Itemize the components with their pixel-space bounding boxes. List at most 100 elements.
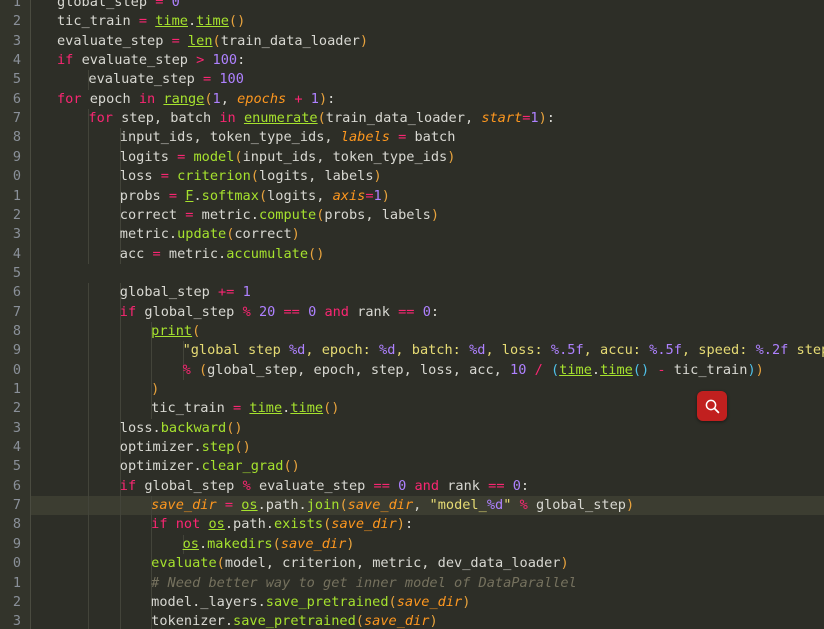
code-line[interactable]: acc = metric.accumulate() [0, 245, 824, 264]
line-number: 2 [12, 593, 21, 610]
code-line[interactable]: metric.update(correct) [0, 225, 824, 244]
code-line[interactable]: evaluate_step = len(train_data_loader) [0, 32, 824, 51]
line-number: 5 [12, 264, 21, 281]
code-line-text: loss = criterion(logits, labels) [119, 168, 382, 185]
code-line-text: % (global_step, epoch, step, loss, acc, … [182, 361, 764, 378]
line-number: 9 [12, 148, 21, 165]
code-line-text: optimizer.clear_grad() [119, 458, 300, 475]
code-line-text: global_step += 1 [119, 284, 251, 301]
code-line[interactable]: if not os.path.exists(save_dir): [0, 515, 824, 534]
code-line-text: tokenizer.save_pretrained(save_dir) [151, 613, 438, 629]
line-number: 3 [12, 32, 21, 49]
code-line[interactable]: global_step = 0 [0, 0, 824, 12]
line-number: 2 [12, 400, 21, 417]
code-line[interactable]: global_step += 1 [0, 283, 824, 302]
line-number: 4 [12, 439, 21, 456]
code-line[interactable]: print( [0, 322, 824, 341]
code-line[interactable]: evaluate_step = 100 [0, 70, 824, 89]
code-line-text: tic_train = time.time() [57, 13, 246, 30]
line-number: 7 [12, 110, 21, 127]
code-line-text: input_ids, token_type_ids, labels = batc… [119, 129, 456, 146]
code-line[interactable]: model._layers.save_pretrained(save_dir) [0, 593, 824, 612]
line-number: 8 [12, 322, 21, 339]
code-line[interactable]: tokenizer.save_pretrained(save_dir) [0, 612, 824, 629]
line-number: 4 [12, 245, 21, 262]
code-line[interactable]: correct = metric.compute(probs, labels) [0, 206, 824, 225]
code-line-text: optimizer.step() [119, 439, 251, 456]
code-line[interactable]: tic_train = time.time() [0, 12, 824, 31]
code-line[interactable]: # Need better way to get inner model of … [0, 574, 824, 593]
code-line-text: if global_step % 20 == 0 and rank == 0: [119, 303, 440, 320]
line-number: 2 [12, 13, 21, 30]
gutter-divider [30, 0, 31, 629]
code-line-text: if global_step % evaluate_step == 0 and … [119, 477, 530, 494]
line-number: 7 [12, 497, 21, 514]
code-line[interactable]: % (global_step, epoch, step, loss, acc, … [0, 361, 824, 380]
line-number: 6 [12, 284, 21, 301]
search-button[interactable] [697, 391, 727, 421]
code-line-text: metric.update(correct) [119, 226, 300, 243]
line-number: 1 [12, 187, 21, 204]
code-line[interactable]: if global_step % evaluate_step == 0 and … [0, 477, 824, 496]
code-line-text: evaluate(model, criterion, metric, dev_d… [151, 555, 569, 572]
code-line-text: evaluate_step = 100 [88, 71, 244, 88]
code-line-text: correct = metric.compute(probs, labels) [119, 206, 440, 223]
code-line-text: model._layers.save_pretrained(save_dir) [151, 593, 471, 610]
line-number: 9 [12, 535, 21, 552]
code-line[interactable]: for epoch in range(1, epochs + 1): [0, 90, 824, 109]
code-line[interactable]: if global_step % 20 == 0 and rank == 0: [0, 303, 824, 322]
line-number: 5 [12, 458, 21, 475]
code-line-text: probs = F.softmax(logits, axis=1) [119, 187, 390, 204]
code-line[interactable]: optimizer.step() [0, 438, 824, 457]
line-number: 3 [12, 226, 21, 243]
code-line[interactable]: loss = criterion(logits, labels) [0, 167, 824, 186]
line-number: 0 [12, 555, 21, 572]
line-number: 9 [12, 342, 21, 359]
code-line-text: for epoch in range(1, epochs + 1): [57, 90, 336, 107]
code-line[interactable]: probs = F.softmax(logits, axis=1) [0, 187, 824, 206]
line-number: 1 [12, 0, 21, 10]
line-number: 1 [12, 381, 21, 397]
code-line[interactable]: optimizer.clear_grad() [0, 457, 824, 476]
code-line[interactable]: input_ids, token_type_ids, labels = batc… [0, 128, 824, 147]
code-line[interactable]: logits = model(input_ids, token_type_ids… [0, 148, 824, 167]
code-line-text: if evaluate_step > 100: [57, 52, 246, 69]
code-line-text: global_step = 0 [57, 0, 180, 10]
code-line[interactable]: loss.backward() [0, 419, 824, 438]
code-line[interactable]: evaluate(model, criterion, metric, dev_d… [0, 554, 824, 573]
code-line-text: "global step %d, epoch: %d, batch: %d, l… [182, 342, 824, 359]
code-line-text: os.makedirs(save_dir) [182, 535, 355, 552]
line-number: 4 [12, 52, 21, 69]
line-number: 1 [12, 574, 21, 591]
code-line[interactable]: os.makedirs(save_dir) [0, 535, 824, 554]
line-number: 6 [12, 477, 21, 494]
line-number: 0 [12, 361, 21, 378]
line-number: 5 [12, 71, 21, 88]
code-line-text: save_dir = os.path.join(save_dir, "model… [151, 497, 635, 514]
search-icon [705, 399, 719, 413]
code-line-text: tic_train = time.time() [151, 400, 340, 417]
line-number: 0 [12, 168, 21, 185]
line-number: 8 [12, 516, 21, 533]
line-number: 7 [12, 303, 21, 320]
code-line-text: logits = model(input_ids, token_type_ids… [119, 148, 456, 165]
code-line[interactable]: save_dir = os.path.join(save_dir, "model… [0, 496, 824, 515]
code-line-text: for step, batch in enumerate(train_data_… [88, 110, 555, 127]
code-line-text: ) [151, 381, 160, 397]
code-line-text: loss.backward() [119, 419, 243, 436]
line-number: 2 [12, 206, 21, 223]
code-line-text: acc = metric.accumulate() [119, 245, 325, 262]
code-line-text: evaluate_step = len(train_data_loader) [57, 32, 369, 49]
code-line-text: if not os.path.exists(save_dir): [151, 516, 414, 533]
code-line[interactable]: for step, batch in enumerate(train_data_… [0, 109, 824, 128]
code-editor[interactable]: global_step = 0 tic_train = time.time() ev… [0, 0, 824, 629]
code-text-area[interactable]: global_step = 0 tic_train = time.time() ev… [0, 0, 824, 629]
code-line-text: # Need better way to get inner model of … [151, 574, 577, 591]
code-line[interactable]: "global step %d, epoch: %d, batch: %d, l… [0, 341, 824, 360]
line-number: 8 [12, 129, 21, 146]
line-number: 3 [12, 419, 21, 436]
code-line[interactable]: if evaluate_step > 100: [0, 51, 824, 70]
code-line[interactable] [0, 264, 824, 283]
line-number: 6 [12, 90, 21, 107]
code-line-text: print( [151, 322, 201, 339]
